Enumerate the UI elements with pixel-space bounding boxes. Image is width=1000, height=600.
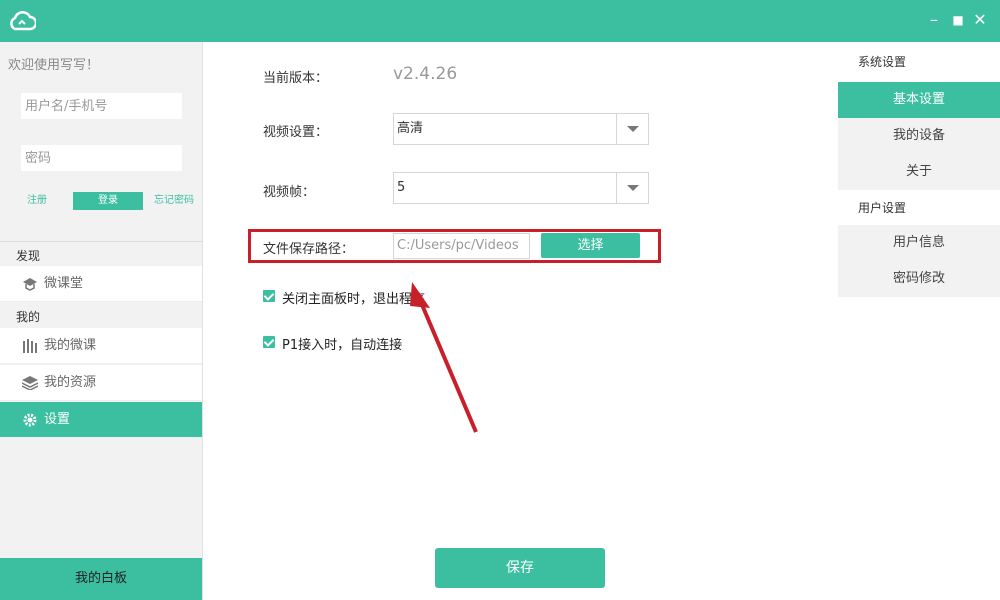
sidebar-item-mycourses[interactable]: 我的微课 bbox=[0, 328, 202, 364]
sidebar-item-label: 微课堂 bbox=[44, 276, 84, 291]
whiteboard-button[interactable]: 我的白板 bbox=[0, 558, 202, 600]
settings-nav: 系统设置 基本设置 我的设备 关于 用户设置 用户信息 密码修改 bbox=[838, 42, 1000, 298]
sidebar-item-resources[interactable]: 我的资源 bbox=[0, 365, 202, 401]
system-settings-header: 系统设置 bbox=[858, 55, 907, 69]
maximize-button[interactable]: ■ bbox=[949, 11, 967, 29]
save-button[interactable]: 保存 bbox=[435, 548, 605, 588]
library-icon bbox=[23, 339, 37, 353]
tab-basic-settings[interactable]: 基本设置 bbox=[838, 82, 1000, 118]
video-settings-label: 视频设置： bbox=[263, 125, 329, 140]
tab-user-info[interactable]: 用户信息 bbox=[838, 225, 1000, 261]
register-link[interactable]: 注册 bbox=[3, 192, 71, 210]
tab-my-devices[interactable]: 我的设备 bbox=[838, 118, 1000, 154]
fps-value: 5 bbox=[397, 180, 406, 195]
video-quality-select[interactable]: 高清 bbox=[393, 113, 649, 145]
divider bbox=[0, 241, 203, 242]
minimize-button[interactable]: – bbox=[925, 11, 943, 29]
chevron-down-icon bbox=[616, 173, 648, 203]
left-sidebar: 欢迎使用写写！ 注册 登录 忘记密码 发现 微课堂 我的 我的微课 我的资源 设… bbox=[0, 42, 203, 600]
sidebar-item-label: 我的微课 bbox=[44, 338, 97, 353]
chevron-down-icon bbox=[616, 114, 648, 144]
welcome-text: 欢迎使用写写！ bbox=[8, 58, 100, 73]
sidebar-item-course[interactable]: 微课堂 bbox=[0, 266, 202, 302]
graduation-cap-icon bbox=[23, 278, 37, 291]
tab-about[interactable]: 关于 bbox=[838, 154, 1000, 190]
fps-select[interactable]: 5 bbox=[393, 172, 649, 204]
section-mine: 我的 bbox=[16, 310, 41, 324]
login-button[interactable]: 登录 bbox=[73, 192, 143, 210]
sidebar-item-settings[interactable]: 设置 bbox=[0, 402, 202, 438]
tab-password-change[interactable]: 密码修改 bbox=[838, 261, 1000, 297]
forgot-password-link[interactable]: 忘记密码 bbox=[145, 192, 203, 210]
video-quality-value: 高清 bbox=[397, 121, 424, 136]
auto-connect-checkbox[interactable] bbox=[263, 336, 275, 348]
gear-icon bbox=[23, 413, 37, 427]
sidebar-item-label: 我的资源 bbox=[44, 375, 97, 390]
username-input[interactable] bbox=[21, 93, 182, 119]
exit-on-close-checkbox[interactable] bbox=[263, 290, 275, 302]
version-value: v2.4.26 bbox=[393, 64, 458, 84]
password-input[interactable] bbox=[21, 145, 182, 171]
sidebar-item-label: 设置 bbox=[44, 412, 71, 427]
version-label: 当前版本： bbox=[263, 71, 329, 86]
highlight-box bbox=[248, 229, 661, 263]
auto-connect-label: P1接入时，自动连接 bbox=[282, 338, 403, 353]
title-bar: – ■ ✕ bbox=[0, 0, 1000, 42]
user-settings-header: 用户设置 bbox=[858, 201, 907, 215]
close-button[interactable]: ✕ bbox=[971, 11, 989, 29]
layers-icon bbox=[22, 376, 38, 390]
section-discover: 发现 bbox=[16, 249, 41, 263]
fps-label: 视频帧： bbox=[263, 185, 316, 200]
cloud-logo-icon bbox=[10, 11, 36, 31]
red-arrow-annotation bbox=[410, 282, 478, 433]
